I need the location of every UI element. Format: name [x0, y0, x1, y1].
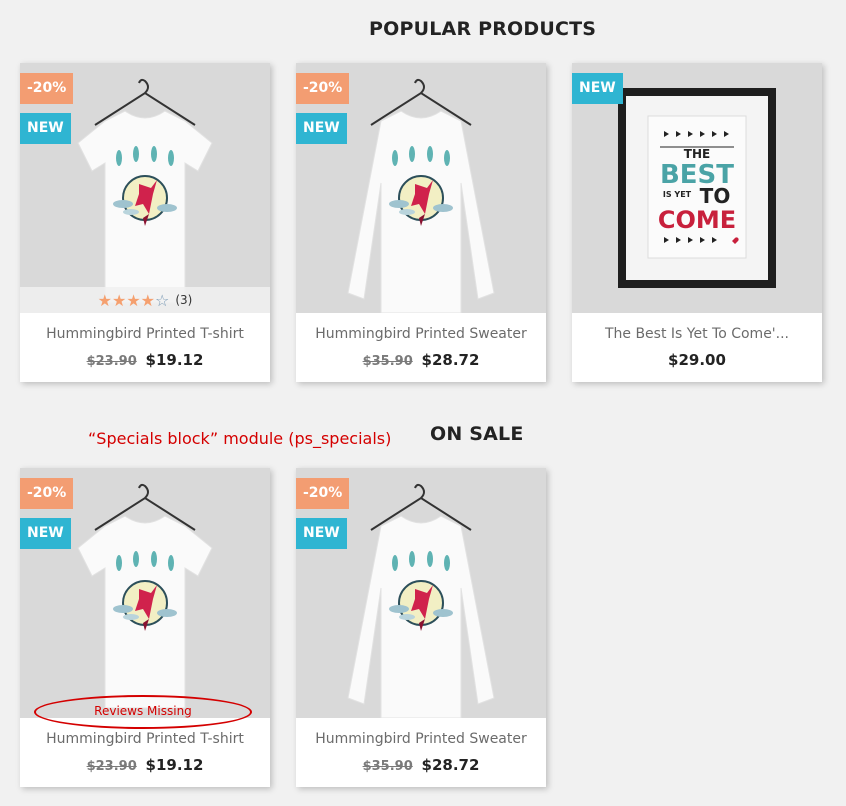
new-flag: NEW [296, 113, 347, 144]
regular-price: $23.90 [86, 759, 137, 774]
regular-price: $35.90 [362, 759, 413, 774]
reviews-missing-label: Reviews Missing [94, 704, 192, 718]
discount-flag: -20% [20, 478, 74, 509]
poster-text-to: TO [700, 184, 731, 208]
product-thumbnail[interactable]: -20% NEW [296, 63, 546, 313]
regular-price: $35.90 [362, 354, 413, 369]
poster-text-the: THE [684, 147, 710, 161]
section-title-popular-products: POPULAR PRODUCTS [369, 18, 597, 40]
product-name[interactable]: Hummingbird Printed T-shirt [20, 731, 270, 747]
sale-price: $19.12 [145, 351, 204, 369]
regular-price: $23.90 [86, 354, 137, 369]
star-rating: ★★★★☆ (3) [20, 287, 270, 313]
review-count: (3) [175, 293, 193, 307]
star-filled-icon: ★★★★ [97, 291, 156, 310]
product-thumbnail[interactable]: -20% NEW [20, 468, 270, 718]
product-card-hummingbird-tshirt-sale[interactable]: -20% NEW Hummingbird Printed T-shirt $23… [20, 468, 270, 787]
discount-flag: -20% [20, 73, 74, 104]
section-title-on-sale: ON SALE [430, 423, 524, 445]
new-flag: NEW [296, 518, 347, 549]
poster-text-is-yet: IS YET [663, 190, 692, 199]
specials-block-annotation: “Specials block” module (ps_specials) [88, 429, 392, 448]
product-thumbnail[interactable]: -20% NEW [296, 468, 546, 718]
product-thumbnail[interactable]: -20% NEW ★★★★☆ (3) [20, 63, 270, 313]
new-flag: NEW [20, 113, 71, 144]
product-card-hummingbird-sweater-sale[interactable]: -20% NEW Hummingbird Printed Sweater $35… [296, 468, 546, 787]
star-empty-icon: ☆ [155, 291, 170, 310]
sale-price: $19.12 [145, 756, 204, 774]
product-name[interactable]: Hummingbird Printed T-shirt [20, 326, 270, 342]
poster-text-come: COME [658, 206, 736, 234]
product-name[interactable]: Hummingbird Printed Sweater [296, 326, 546, 342]
discount-flag: -20% [296, 478, 350, 509]
price: $29.00 [668, 351, 726, 369]
product-name[interactable]: The Best Is Yet To Come'... [572, 326, 822, 342]
product-thumbnail[interactable]: THE BEST IS YET TO COME NEW [572, 63, 822, 313]
product-card-hummingbird-tshirt[interactable]: -20% NEW ★★★★☆ (3) Hummingbird Printed T-… [20, 63, 270, 382]
sale-price: $28.72 [421, 756, 480, 774]
discount-flag: -20% [296, 73, 350, 104]
product-card-best-is-yet-to-come[interactable]: THE BEST IS YET TO COME NEW The Best Is … [572, 63, 822, 382]
product-card-hummingbird-sweater[interactable]: -20% NEW Hummingbird Printed Sweater $35… [296, 63, 546, 382]
new-flag: NEW [20, 518, 71, 549]
new-flag: NEW [572, 73, 623, 104]
product-name[interactable]: Hummingbird Printed Sweater [296, 731, 546, 747]
sale-price: $28.72 [421, 351, 480, 369]
